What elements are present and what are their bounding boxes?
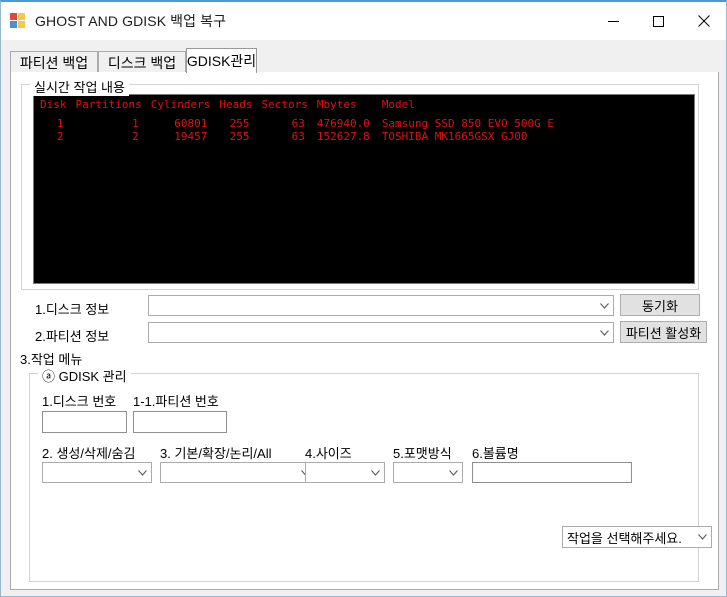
disk-number-label: 1.디스크 번호	[42, 394, 117, 409]
disk-table: Disk Partitions Cylinders Heads Sectors …	[40, 98, 554, 143]
partition-number-label: 1-1.파티션 번호	[133, 394, 219, 409]
size-label: 4.사이즈	[305, 446, 352, 461]
window-controls	[591, 2, 726, 40]
activate-partition-button-label: 파티션 활성화	[625, 325, 702, 341]
volume-name-value	[473, 463, 631, 466]
chevron-down-icon	[694, 527, 711, 547]
gdisk-management-group-title: ⓐ GDISK 관리	[38, 366, 131, 385]
column-header-model: Model	[381, 98, 415, 111]
tab-label: GDISK관리	[186, 53, 257, 69]
chevron-down-icon	[367, 463, 384, 482]
cell-heads: 255	[229, 130, 250, 143]
disk-info-console: Disk Partitions Cylinders Heads Sectors …	[33, 94, 695, 284]
minimize-button[interactable]	[591, 2, 636, 40]
cell-sectors: 63	[291, 130, 305, 143]
application-icon	[10, 13, 26, 29]
action-select-combobox[interactable]: 작업을 선택해주세요.	[562, 526, 712, 548]
sync-button[interactable]: 동기화	[620, 294, 700, 316]
cell-mbytes: 152627.8	[316, 130, 370, 143]
cell-disk: 1	[56, 117, 64, 130]
cell-cylinders: 60801	[174, 117, 208, 130]
disk-info-label: 1.디스크 정보	[35, 302, 110, 317]
cell-partitions: 2	[132, 130, 139, 143]
tab-disk-backup[interactable]: 디스크 백업	[98, 51, 186, 73]
tab-label: 파티션 백업	[19, 54, 89, 71]
format-type-combobox[interactable]	[393, 462, 463, 483]
cell-heads: 255	[229, 117, 250, 130]
tab-panel-gdisk: 실시간 작업 내용 Disk Partitions Cylinders Head…	[10, 72, 719, 590]
gdisk-management-group: ⓐ GDISK 관리 1.디스크 번호 1-1.파티션 번호 2. 생성/삭제/…	[29, 366, 712, 582]
create-delete-hide-combobox[interactable]	[42, 462, 152, 483]
table-row: 1 1 60801 255 63 476940.0 Samsung SSD 85…	[40, 117, 554, 130]
disk-number-input[interactable]	[42, 411, 127, 433]
column-header-disk: Disk	[40, 98, 67, 111]
title-bar: GHOST AND GDISK 백업 복구	[1, 2, 726, 40]
tab-gdisk-management[interactable]: GDISK관리	[186, 48, 257, 73]
partition-info-combobox[interactable]	[148, 322, 614, 343]
window-title: GHOST AND GDISK 백업 복구	[35, 13, 227, 29]
basic-extended-logical-combobox[interactable]	[160, 462, 315, 483]
close-button[interactable]	[681, 2, 726, 40]
chevron-down-icon	[596, 296, 613, 315]
volume-name-label: 6.볼륨명	[472, 446, 519, 461]
partition-number-value	[134, 412, 226, 415]
realtime-log-group: 실시간 작업 내용 Disk Partitions Cylinders Head…	[21, 77, 699, 290]
realtime-log-group-title: 실시간 작업 내용	[30, 77, 129, 96]
tab-label: 디스크 백업	[107, 54, 177, 71]
chevron-down-icon	[134, 463, 151, 482]
action-select-value: 작업을 선택해주세요.	[567, 530, 682, 546]
cell-model: Samsung SSD 850 EVO 500G E	[381, 117, 554, 130]
volume-name-input[interactable]	[472, 462, 632, 483]
cell-sectors: 63	[291, 117, 305, 130]
tab-partition-backup[interactable]: 파티션 백업	[10, 51, 98, 73]
disk-table-header-row: Disk Partitions Cylinders Heads Sectors …	[40, 98, 554, 117]
cell-cylinders: 19457	[174, 130, 208, 143]
size-combobox[interactable]	[305, 462, 385, 483]
application-window: GHOST AND GDISK 백업 복구 파티션 백업 디스크 백업 GDIS…	[0, 0, 727, 597]
basic-extended-logical-label: 3. 기본/확장/논리/All	[160, 446, 272, 461]
disk-info-combobox[interactable]	[148, 295, 614, 316]
format-type-label: 5.포맷방식	[393, 446, 452, 461]
partition-number-input[interactable]	[133, 411, 227, 433]
disk-number-value	[43, 412, 126, 415]
cell-model: TOSHIBA MK1665GSX GJ00	[381, 130, 528, 143]
maximize-button[interactable]	[636, 2, 681, 40]
create-delete-hide-label: 2. 생성/삭제/숨김	[42, 446, 136, 461]
chevron-down-icon	[596, 323, 613, 342]
column-header-partitions: Partitions	[75, 98, 142, 111]
column-header-mbytes: Mbytes	[316, 98, 357, 111]
cell-disk: 2	[56, 130, 64, 143]
tab-strip: 파티션 백업 디스크 백업 GDISK관리	[10, 48, 719, 74]
column-header-cylinders: Cylinders	[150, 98, 211, 111]
cell-partitions: 1	[132, 117, 139, 130]
chevron-down-icon	[445, 463, 462, 482]
table-row: 2 2 19457 255 63 152627.8 TOSHIBA MK1665…	[40, 130, 554, 143]
partition-info-label: 2.파티션 정보	[35, 329, 110, 344]
cell-mbytes: 476940.0	[316, 117, 370, 130]
activate-partition-button[interactable]: 파티션 활성화	[620, 321, 707, 343]
sync-button-label: 동기화	[642, 298, 678, 314]
column-header-heads: Heads	[219, 98, 253, 111]
column-header-sectors: Sectors	[261, 98, 308, 111]
